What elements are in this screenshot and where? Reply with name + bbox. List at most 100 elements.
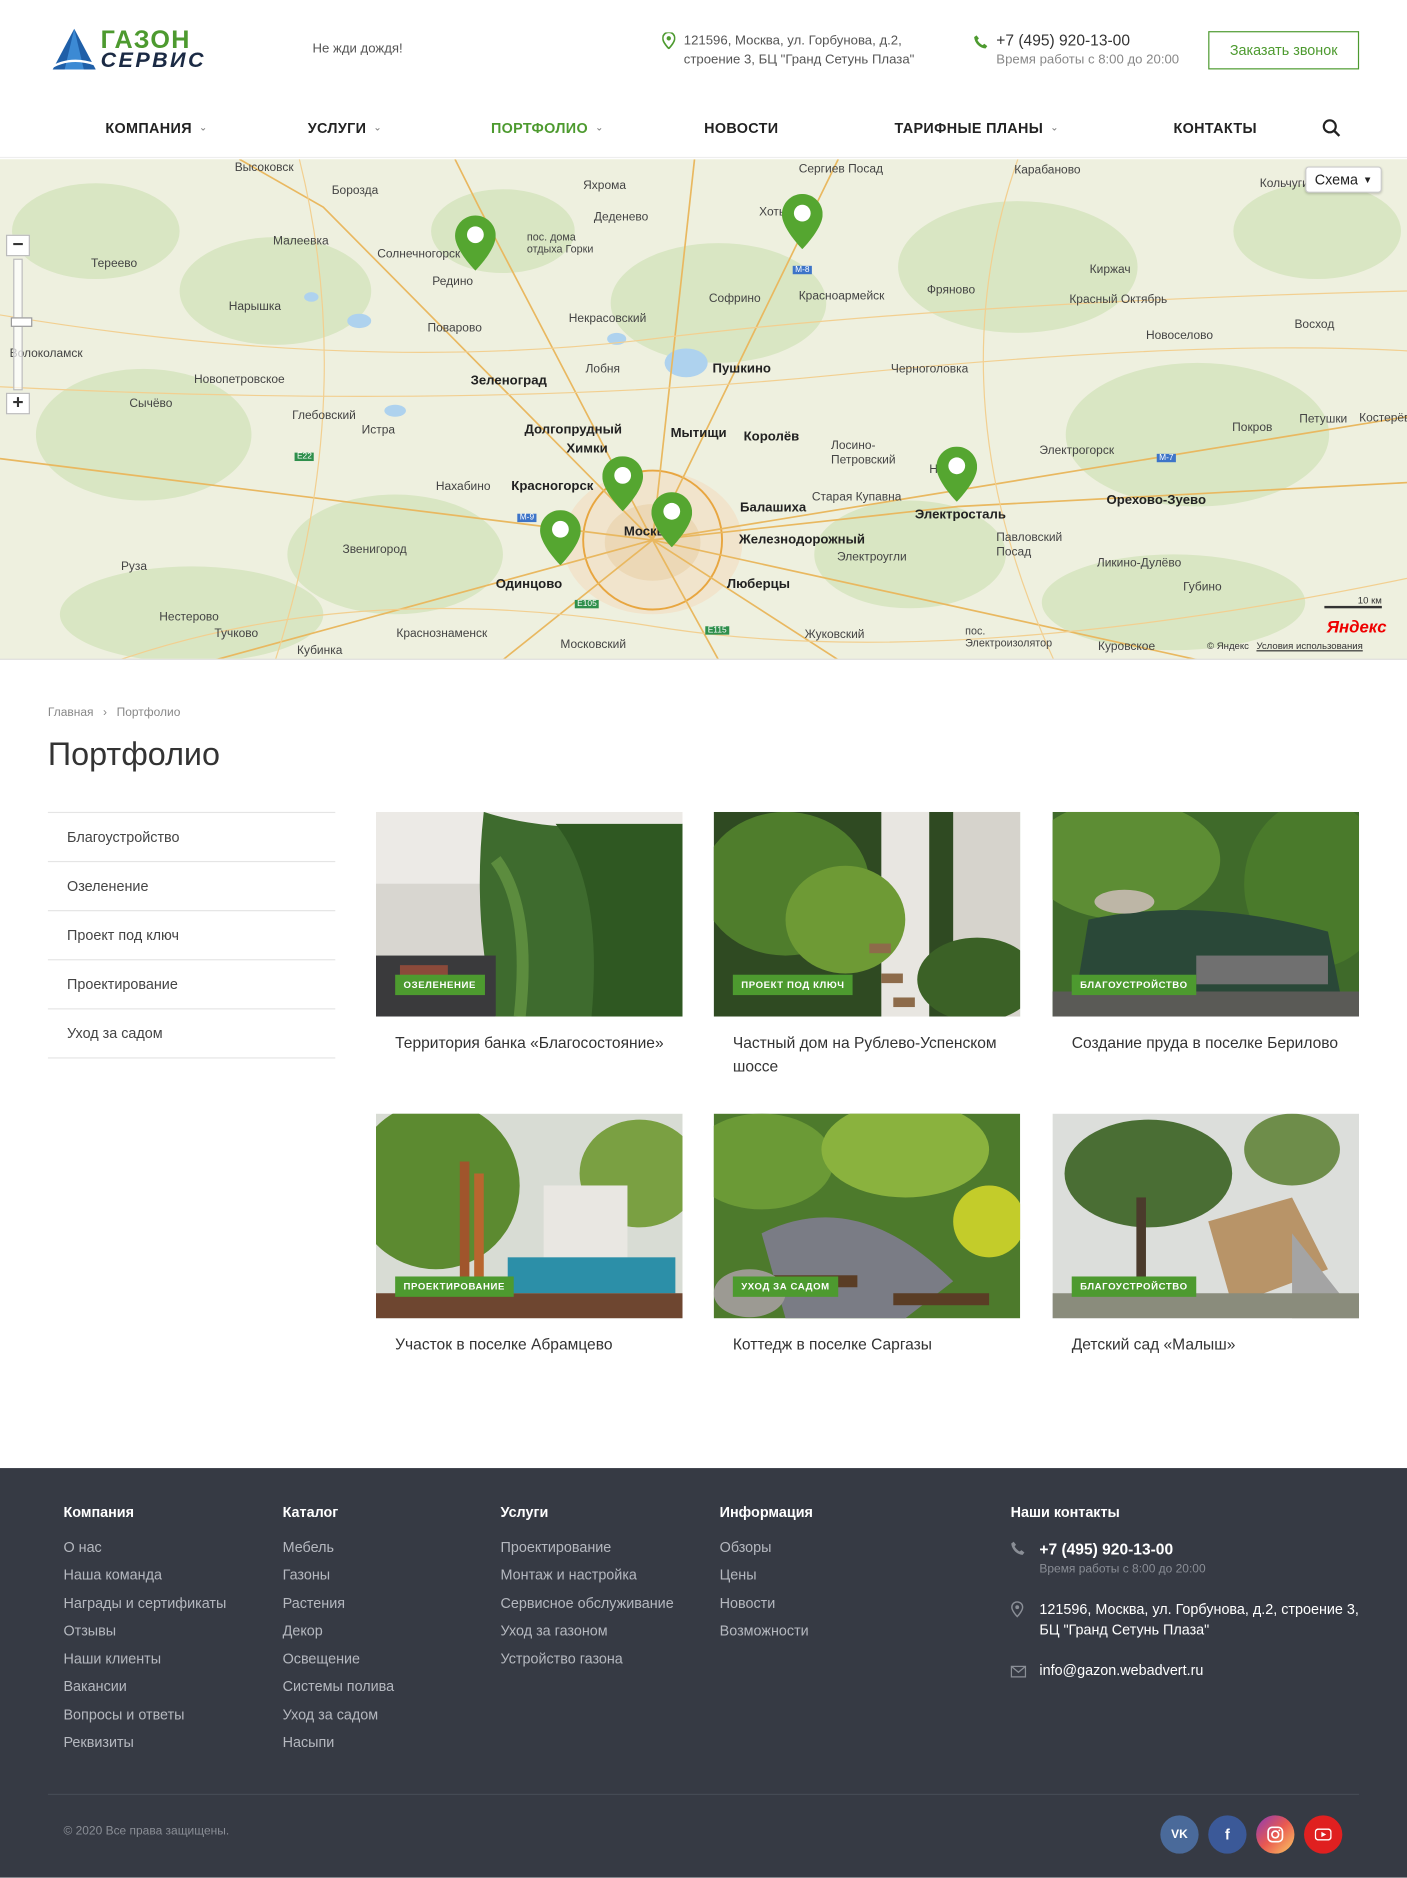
footer-link[interactable]: Декор — [283, 1622, 395, 1650]
instagram-icon[interactable] — [1256, 1815, 1295, 1854]
footer-hours: Время работы с 8:00 до 20:00 — [1039, 1562, 1206, 1576]
footer-link[interactable]: Устройство газона — [501, 1650, 674, 1678]
chevron-down-icon: ⌄ — [199, 121, 208, 133]
map-marker-icon[interactable] — [540, 510, 581, 566]
map-marker-icon[interactable] — [936, 446, 978, 502]
footer-link[interactable]: Новости — [720, 1595, 813, 1623]
footer-link[interactable]: Вопросы и ответы — [63, 1706, 226, 1734]
portfolio-image[interactable]: БЛАГОУСТРОЙСТВО — [1052, 1113, 1360, 1319]
category-sidebar: Благоустройство Озеленение Проект под кл… — [47, 811, 336, 1059]
logo[interactable]: ГАЗОН СЕРВИС — [47, 26, 204, 74]
footer-link[interactable]: Обзоры — [720, 1539, 813, 1567]
portfolio-card[interactable]: БЛАГОУСТРОЙСТВО Детский сад «Малыш» — [1052, 1113, 1360, 1357]
portfolio-title[interactable]: Территория банка «Благосостояние» — [376, 1031, 683, 1055]
nav-item-company[interactable]: КОМПАНИЯ ⌄ — [105, 120, 207, 137]
nav-item-services[interactable]: УСЛУГИ ⌄ — [308, 120, 382, 137]
footer-link[interactable]: Награды и сертификаты — [63, 1595, 226, 1623]
portfolio-card[interactable]: ПРОЕКТ ПОД КЛЮЧ Частный дом на Рублево-У… — [713, 811, 1021, 1079]
copyright: © 2020 Все права защищены. — [63, 1824, 230, 1839]
road-shield: M-8 — [792, 265, 812, 275]
header-phone-number[interactable]: +7 (495) 920-13-00 — [996, 31, 1130, 49]
portfolio-image[interactable]: УХОД ЗА САДОМ — [713, 1113, 1021, 1319]
sidebar-item-turnkey[interactable]: Проект под ключ — [47, 911, 336, 961]
map-marker-icon[interactable] — [781, 193, 823, 250]
zoom-slider-thumb[interactable] — [10, 317, 33, 327]
footer-link[interactable]: Отзывы — [63, 1622, 226, 1650]
footer-link[interactable]: Уход за газоном — [501, 1622, 674, 1650]
map-marker-icon[interactable] — [602, 456, 644, 512]
portfolio-card[interactable]: ОЗЕЛЕНЕНИЕ Территория банка «Благосостоя… — [375, 811, 683, 1055]
portfolio-image[interactable]: БЛАГОУСТРОЙСТВО — [1052, 811, 1360, 1017]
youtube-icon[interactable] — [1304, 1815, 1343, 1854]
footer-link[interactable]: Газоны — [283, 1567, 395, 1595]
footer-link[interactable]: Цены — [720, 1567, 813, 1595]
footer-col-company: Компания О нас Наша команда Награды и се… — [63, 1504, 226, 1762]
footer-link[interactable]: Возможности — [720, 1622, 813, 1650]
footer-link[interactable]: О нас — [63, 1539, 226, 1567]
map[interactable]: Высоковск Борозда Малеевка Тереево Солне… — [0, 159, 1407, 660]
footer-link[interactable]: Монтаж и настройка — [501, 1567, 674, 1595]
footer-link[interactable]: Мебель — [283, 1539, 395, 1567]
portfolio-title[interactable]: Участок в поселке Абрамцево — [376, 1333, 683, 1357]
nav-item-portfolio[interactable]: ПОРТФОЛИО ⌄ — [491, 120, 604, 137]
footer-phone[interactable]: +7 (495) 920-13-00 — [1039, 1540, 1369, 1558]
map-label: Поварово — [427, 322, 482, 336]
portfolio-card[interactable]: ПРОЕКТИРОВАНИЕ Участок в поселке Абрамце… — [375, 1113, 683, 1357]
map-label: Черноголовка — [890, 362, 969, 376]
footer-link[interactable]: Сервисное обслуживание — [501, 1595, 674, 1623]
zoom-slider[interactable] — [10, 258, 33, 391]
portfolio-image[interactable]: ОЗЕЛЕНЕНИЕ — [375, 811, 683, 1017]
footer-link[interactable]: Освещение — [283, 1650, 395, 1678]
footer-link[interactable]: Насыпи — [283, 1734, 395, 1762]
footer-link[interactable]: Наша команда — [63, 1567, 226, 1595]
zoom-out-button[interactable]: − — [5, 234, 30, 257]
nav-item-contacts[interactable]: КОНТАКТЫ — [1174, 120, 1257, 137]
portfolio-image[interactable]: ПРОЕКТ ПОД КЛЮЧ — [713, 811, 1021, 1017]
sidebar-item-design[interactable]: Проектирование — [47, 960, 336, 1010]
vk-icon[interactable]: VK — [1160, 1815, 1199, 1854]
search-icon[interactable] — [1322, 119, 1341, 138]
map-type-selector[interactable]: Схема ▼ — [1305, 166, 1382, 193]
youtube-glyph — [1314, 1828, 1332, 1841]
callback-button[interactable]: Заказать звонок — [1208, 31, 1360, 70]
facebook-icon[interactable]: f — [1208, 1815, 1247, 1854]
chevron-down-icon: ⌄ — [595, 121, 604, 133]
footer-link[interactable]: Проектирование — [501, 1539, 674, 1567]
map-label: Фряново — [926, 283, 976, 297]
map-label: Электросталь — [914, 507, 1006, 523]
nav-item-news[interactable]: НОВОСТИ — [704, 120, 778, 137]
nav-item-tariffs[interactable]: ТАРИФНЫЕ ПЛАНЫ ⌄ — [894, 120, 1058, 137]
footer-link[interactable]: Реквизиты — [63, 1734, 226, 1762]
map-terms-link[interactable]: Условия использования — [1256, 641, 1362, 652]
sidebar-item-greening[interactable]: Озеленение — [47, 862, 336, 912]
footer-link[interactable]: Наши клиенты — [63, 1650, 226, 1678]
portfolio-card[interactable]: БЛАГОУСТРОЙСТВО Создание пруда в поселке… — [1052, 811, 1360, 1055]
zoom-in-button[interactable]: + — [5, 392, 30, 415]
footer-link[interactable]: Уход за садом — [283, 1706, 395, 1734]
portfolio-card[interactable]: УХОД ЗА САДОМ Коттедж в поселке Саргазы — [713, 1113, 1021, 1357]
header-address-text: 121596, Москва, ул. Горбунова, д.2, стро… — [683, 33, 915, 68]
map-label: Некрасовский — [568, 312, 647, 326]
map-label: Красный Октябрь — [1069, 293, 1168, 307]
footer-link[interactable]: Системы полива — [283, 1678, 395, 1706]
sidebar-item-landscaping[interactable]: Благоустройство — [47, 813, 336, 863]
portfolio-title[interactable]: Создание пруда в поселке Берилово — [1053, 1031, 1360, 1055]
portfolio-title[interactable]: Коттедж в поселке Саргазы — [714, 1333, 1021, 1357]
map-marker-icon[interactable] — [455, 215, 496, 271]
map-label: Лосино-Петровский — [831, 439, 896, 468]
breadcrumb-home[interactable]: Главная — [48, 706, 94, 719]
page-title: Портфолио — [47, 736, 220, 773]
footer-email[interactable]: info@gazon.webadvert.ru — [1039, 1662, 1369, 1679]
map-label: Мытищи — [670, 426, 727, 441]
nav-item-label: ТАРИФНЫЕ ПЛАНЫ — [894, 119, 1044, 137]
portfolio-image[interactable]: ПРОЕКТИРОВАНИЕ — [375, 1113, 683, 1319]
mail-icon — [1010, 1665, 1027, 1678]
portfolio-title[interactable]: Детский сад «Малыш» — [1053, 1333, 1360, 1357]
sidebar-item-garden-care[interactable]: Уход за садом — [47, 1009, 336, 1059]
map-marker-icon[interactable] — [651, 492, 693, 548]
footer-link[interactable]: Растения — [283, 1595, 395, 1623]
footer-link[interactable]: Вакансии — [63, 1678, 226, 1706]
portfolio-title[interactable]: Частный дом на Рублево-Успенском шоссе — [714, 1031, 1021, 1079]
chevron-down-icon: ⌄ — [1050, 121, 1059, 133]
category-badge: БЛАГОУСТРОЙСТВО — [1071, 974, 1197, 996]
